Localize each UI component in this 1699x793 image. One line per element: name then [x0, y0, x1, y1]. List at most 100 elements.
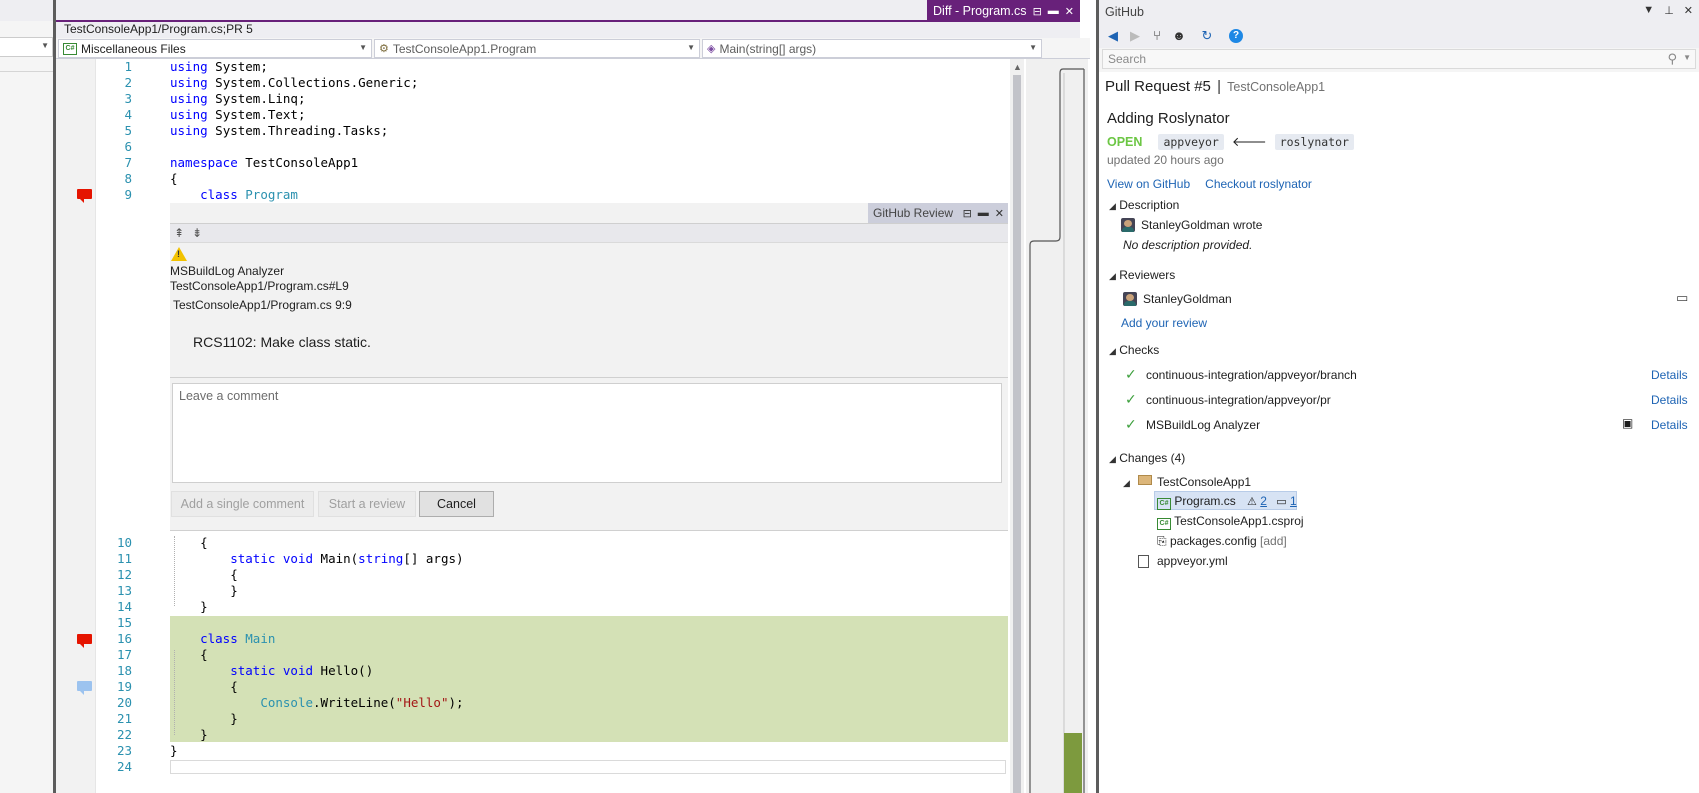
- base-branch: appveyor: [1158, 134, 1224, 150]
- code-line[interactable]: }: [170, 727, 208, 742]
- help-icon[interactable]: ?: [1229, 29, 1243, 43]
- comment-icon[interactable]: [77, 681, 92, 695]
- project-dropdown[interactable]: C# Miscellaneous Files ▼: [58, 39, 372, 58]
- checkout-link[interactable]: Checkout roslynator: [1205, 177, 1312, 191]
- class-icon: ⚙: [379, 43, 389, 55]
- code-line[interactable]: class Main: [170, 631, 275, 646]
- code-line[interactable]: {: [170, 535, 208, 550]
- view-log-icon[interactable]: ▣: [1622, 416, 1633, 430]
- back-icon[interactable]: ◀: [1105, 28, 1121, 44]
- overview-added-marker: [1064, 733, 1082, 793]
- chevron-down-icon[interactable]: ▼: [1643, 4, 1654, 17]
- code-line[interactable]: using System.Collections.Generic;: [170, 75, 418, 90]
- pr-number[interactable]: Pull Request #5: [1105, 78, 1211, 95]
- reviewer-name[interactable]: StanleyGoldman: [1143, 292, 1232, 306]
- code-line[interactable]: using System.Text;: [170, 107, 305, 122]
- add-review-link[interactable]: Add your review: [1121, 316, 1207, 330]
- code-line[interactable]: static void Hello(): [170, 663, 373, 678]
- github-review-tab[interactable]: GitHub Review ⊟ ▬ ✕: [868, 203, 1008, 223]
- checks-header[interactable]: ◢ Checks: [1109, 343, 1159, 357]
- pull-request-icon[interactable]: ⑂: [1149, 28, 1165, 44]
- cancel-button[interactable]: Cancel: [419, 491, 494, 517]
- next-comment-icon[interactable]: ⇟: [192, 226, 202, 240]
- collapse-icon[interactable]: ◢: [1109, 346, 1116, 356]
- file-row-program[interactable]: C# Program.cs ⚠ 2 ▭ 1: [1157, 494, 1297, 510]
- previous-comment-icon[interactable]: ⇞: [174, 226, 184, 240]
- code-line[interactable]: static void Main(string[] args): [170, 551, 463, 566]
- left-strip-dropdown[interactable]: ▼: [0, 37, 53, 57]
- collapse-icon[interactable]: ◢: [1109, 201, 1116, 211]
- code-line[interactable]: {: [170, 647, 208, 662]
- add-single-comment-button[interactable]: Add a single comment: [171, 491, 314, 517]
- collapse-icon[interactable]: ◢: [1109, 454, 1116, 464]
- start-review-button[interactable]: Start a review: [318, 491, 416, 517]
- diff-overview-margin[interactable]: [1026, 59, 1088, 793]
- file-row-appveyor[interactable]: appveyor.yml: [1157, 554, 1228, 568]
- code-line[interactable]: }: [170, 583, 238, 598]
- folder-name[interactable]: TestConsoleApp1: [1157, 475, 1251, 489]
- collapse-icon[interactable]: ◢: [1109, 271, 1116, 281]
- code-line[interactable]: {: [170, 171, 178, 186]
- float-icon[interactable]: ▬: [1048, 5, 1059, 17]
- check-details-link[interactable]: Details: [1651, 418, 1688, 432]
- view-on-github-link[interactable]: View on GitHub: [1107, 177, 1190, 191]
- file-row-csproj[interactable]: C# TestConsoleApp1.csproj: [1157, 514, 1304, 530]
- forward-icon[interactable]: ▶: [1127, 28, 1143, 44]
- comment-count[interactable]: 1: [1290, 494, 1297, 508]
- code-line[interactable]: namespace TestConsoleApp1: [170, 155, 358, 170]
- pin-icon[interactable]: ⊥: [1664, 4, 1674, 17]
- changes-header[interactable]: ◢ Changes (4): [1109, 451, 1185, 465]
- description-header[interactable]: ◢ Description: [1109, 198, 1179, 212]
- account-icon[interactable]: ☻: [1171, 28, 1187, 44]
- warning-count[interactable]: 2: [1260, 494, 1267, 508]
- code-line[interactable]: using System;: [170, 59, 268, 74]
- code-line[interactable]: Console.WriteLine("Hello");: [170, 695, 463, 710]
- code-token: class: [200, 631, 238, 646]
- pin-icon[interactable]: ⊟: [1033, 5, 1042, 18]
- code-line[interactable]: }: [170, 711, 238, 726]
- comment-icon[interactable]: ▭: [1676, 290, 1688, 306]
- code-token: static: [230, 551, 276, 566]
- code-line[interactable]: {: [170, 567, 238, 582]
- code-line[interactable]: }: [170, 599, 208, 614]
- scroll-thumb[interactable]: [1013, 75, 1021, 793]
- code-line[interactable]: {: [170, 679, 238, 694]
- float-icon[interactable]: ▬: [978, 207, 989, 220]
- file-row-packages[interactable]: ⎘ packages.config [add]: [1157, 534, 1287, 549]
- close-icon[interactable]: ✕: [1065, 5, 1074, 18]
- check-details-link[interactable]: Details: [1651, 393, 1688, 407]
- location-link[interactable]: TestConsoleApp1/Program.cs#L9: [170, 279, 349, 293]
- pr-links: View on GitHub Checkout roslynator: [1107, 177, 1312, 191]
- folder-row[interactable]: ◢: [1123, 475, 1130, 489]
- author-name[interactable]: StanleyGoldman: [1141, 218, 1230, 232]
- search-input[interactable]: Search ⚲ ▼: [1102, 49, 1696, 69]
- scroll-up-icon[interactable]: ▲: [1013, 62, 1022, 72]
- head-branch: roslynator: [1274, 134, 1354, 150]
- code-line[interactable]: using System.Threading.Tasks;: [170, 123, 388, 138]
- navigation-bar: C# Miscellaneous Files ▼ ⚙ TestConsoleAp…: [56, 38, 1090, 59]
- comment-textarea[interactable]: Leave a comment: [172, 383, 1002, 483]
- type-dropdown[interactable]: ⚙ TestConsoleApp1.Program ▼: [374, 39, 700, 58]
- code-line[interactable]: class Program: [170, 187, 298, 202]
- divider: [170, 530, 1008, 531]
- search-icon[interactable]: ⚲: [1667, 51, 1677, 67]
- close-icon[interactable]: ✕: [1684, 4, 1693, 17]
- search-placeholder: Search: [1108, 52, 1147, 66]
- member-dropdown[interactable]: ◈ Main(string[] args) ▼: [702, 39, 1042, 58]
- warning-icon: ⚠: [1247, 496, 1257, 508]
- tab-diff-program[interactable]: Diff - Program.cs ⊟ ▬ ✕: [927, 0, 1080, 22]
- review-comment-icon[interactable]: [77, 189, 92, 203]
- refresh-icon[interactable]: ↻: [1199, 28, 1215, 44]
- code-line[interactable]: }: [170, 743, 178, 758]
- reviewers-header[interactable]: ◢ Reviewers: [1109, 268, 1175, 282]
- pr-repo[interactable]: TestConsoleApp1: [1227, 80, 1325, 94]
- check-details-link[interactable]: Details: [1651, 368, 1688, 382]
- close-icon[interactable]: ✕: [995, 207, 1004, 220]
- collapse-icon[interactable]: ◢: [1123, 478, 1130, 488]
- review-comment-icon[interactable]: [77, 634, 92, 648]
- code-line[interactable]: using System.Linq;: [170, 91, 305, 106]
- vertical-scrollbar[interactable]: ▲: [1010, 59, 1024, 793]
- description-author-line: StanleyGoldman wrote: [1141, 218, 1262, 232]
- chevron-down-icon[interactable]: ▼: [1683, 53, 1691, 62]
- pin-icon[interactable]: ⊟: [963, 207, 972, 220]
